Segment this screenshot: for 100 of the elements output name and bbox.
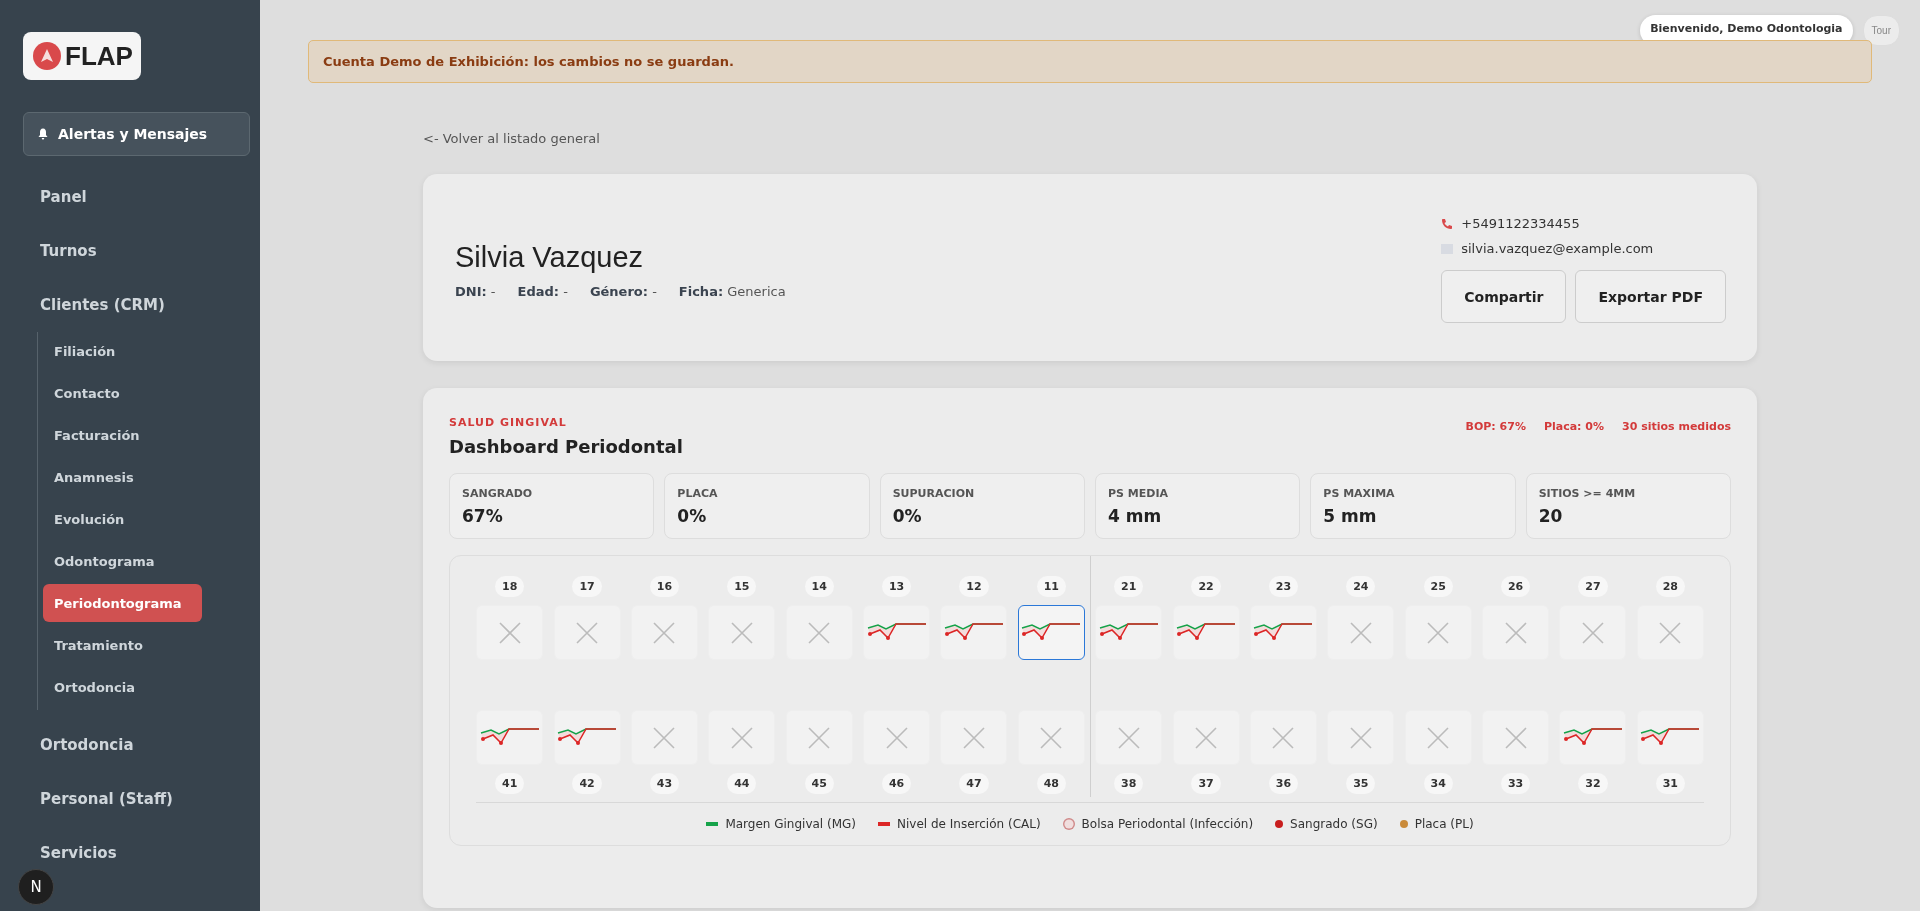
cross-icon bbox=[1116, 725, 1141, 750]
nav-subitem[interactable]: Tratamiento bbox=[43, 626, 202, 664]
tooth-number: 34 bbox=[1423, 773, 1453, 794]
cross-icon bbox=[1426, 620, 1451, 645]
stat-label: SUPURACION bbox=[892, 487, 976, 500]
tooth-number: 11 bbox=[1036, 576, 1066, 597]
phone-icon bbox=[1441, 217, 1454, 230]
tooth-number: 36 bbox=[1268, 773, 1299, 794]
tooth-number: 16 bbox=[649, 576, 680, 597]
cross-icon bbox=[729, 620, 754, 645]
cross-icon bbox=[1039, 725, 1064, 750]
tooth-number: 37 bbox=[1191, 773, 1221, 794]
tooth-number: 13 bbox=[881, 576, 912, 597]
cross-icon bbox=[1271, 725, 1296, 750]
stat-value: 0% bbox=[892, 506, 923, 526]
legend-label: Placa (PL) bbox=[1414, 817, 1474, 831]
cross-icon bbox=[884, 725, 909, 750]
tooth-cell[interactable] bbox=[1017, 605, 1085, 660]
tooth-number: 28 bbox=[1655, 576, 1685, 597]
patient-name: Silvia Vazquez bbox=[455, 240, 645, 274]
legend-label: Margen Gingival (MG) bbox=[725, 817, 857, 831]
bell-icon bbox=[38, 128, 48, 140]
cross-icon bbox=[1426, 725, 1451, 750]
nav-subitem[interactable]: Filiación bbox=[43, 332, 202, 370]
tooth-number: 24 bbox=[1346, 576, 1376, 597]
nav-subitem[interactable]: Ortodoncia bbox=[43, 668, 202, 706]
dashboard-title: Dashboard Periodontal bbox=[449, 436, 683, 457]
nav-item[interactable]: Clientes (CRM) bbox=[23, 278, 250, 332]
tooth-number: 38 bbox=[1114, 773, 1144, 794]
tooth-number: 27 bbox=[1578, 576, 1608, 597]
tooth-number: 42 bbox=[572, 773, 602, 794]
cross-icon bbox=[1503, 620, 1528, 645]
logo-text: FLAP bbox=[65, 40, 133, 72]
tooth-number: 14 bbox=[804, 576, 834, 597]
legend-label: Sangrado (SG) bbox=[1290, 817, 1378, 831]
legend-label: Nivel de Inserción (CAL) bbox=[897, 817, 1041, 831]
tooth-number: 41 bbox=[495, 773, 525, 794]
cross-icon bbox=[807, 620, 832, 645]
tooth-number: 44 bbox=[727, 773, 757, 794]
cross-icon bbox=[1580, 620, 1605, 645]
summary-text: Placa: 0% bbox=[1543, 420, 1605, 435]
action-button[interactable]: Exportar PDF bbox=[1575, 270, 1726, 323]
tooth-number: 25 bbox=[1423, 576, 1453, 597]
alerts-button[interactable]: Alertas y Mensajes bbox=[23, 112, 250, 156]
patient-field: Ficha: Generica bbox=[678, 283, 786, 299]
tooth-number: 45 bbox=[804, 773, 834, 794]
stat-value: 4 mm bbox=[1108, 506, 1163, 526]
cross-icon bbox=[497, 620, 522, 645]
cross-icon bbox=[961, 725, 986, 750]
triangle-logo-icon bbox=[33, 42, 61, 70]
stat-label: PS MEDIA bbox=[1108, 487, 1169, 500]
email-address: silvia.vazquez@example.com bbox=[1461, 241, 1654, 256]
cross-icon bbox=[807, 725, 832, 750]
nav-subitem[interactable]: Odontograma bbox=[43, 542, 202, 580]
tooth-number: 47 bbox=[959, 773, 989, 794]
tooth-number: 26 bbox=[1500, 576, 1531, 597]
tooth-number: 32 bbox=[1578, 773, 1608, 794]
stat-label: PS MAXIMA bbox=[1323, 487, 1396, 500]
nav-subitem[interactable]: Periodontograma bbox=[43, 584, 202, 622]
stat-value: 20 bbox=[1538, 506, 1564, 526]
nav-subitem[interactable]: Anamnesis bbox=[43, 458, 202, 496]
tooth-number: 33 bbox=[1500, 773, 1531, 794]
action-button[interactable]: Compartir bbox=[1441, 270, 1567, 323]
tooth-number: 23 bbox=[1268, 576, 1299, 597]
cross-icon bbox=[1194, 725, 1219, 750]
nav-item[interactable]: Personal (Staff) bbox=[23, 772, 250, 826]
tooth-number: 17 bbox=[572, 576, 602, 597]
section-eyebrow: SALUD GINGIVAL bbox=[449, 416, 568, 429]
tooth-number: 35 bbox=[1346, 773, 1376, 794]
app-logo[interactable]: FLAP bbox=[23, 32, 141, 80]
cross-icon bbox=[1348, 725, 1373, 750]
tooth-number: 48 bbox=[1036, 773, 1066, 794]
stat-value: 0% bbox=[677, 506, 708, 526]
nav-subitem[interactable]: Facturación bbox=[43, 416, 202, 454]
patient-field: Género: - bbox=[589, 283, 657, 299]
back-link[interactable]: <- Volver al listado general bbox=[423, 131, 600, 146]
tooth-number: 15 bbox=[727, 576, 757, 597]
tooth-number: 18 bbox=[495, 576, 525, 597]
cross-icon bbox=[652, 725, 677, 750]
summary-text: BOP: 67% bbox=[1465, 420, 1526, 435]
tooth-number: 21 bbox=[1114, 576, 1144, 597]
nav-subitem[interactable]: Contacto bbox=[43, 374, 202, 412]
stat-label: SANGRADO bbox=[462, 487, 534, 500]
summary-text: 30 sitios medidos bbox=[1622, 420, 1731, 435]
stat-label: SITIOS >= 4MM bbox=[1538, 487, 1637, 500]
nav-item[interactable]: Ortodoncia bbox=[23, 718, 250, 772]
dev-badge[interactable]: N bbox=[18, 869, 54, 905]
cross-icon bbox=[1503, 725, 1528, 750]
cross-icon bbox=[1348, 620, 1373, 645]
nav-item[interactable]: Panel bbox=[23, 170, 250, 224]
phone-number: +5491122334455 bbox=[1461, 216, 1580, 231]
tooth-number: 12 bbox=[959, 576, 989, 597]
cross-icon bbox=[729, 725, 754, 750]
cross-icon bbox=[652, 620, 677, 645]
nav-item[interactable]: Turnos bbox=[23, 224, 250, 278]
nav-subitem[interactable]: Evolución bbox=[43, 500, 202, 538]
tooth-number: 31 bbox=[1655, 773, 1685, 794]
stat-value: 67% bbox=[462, 506, 504, 526]
tooth-number: 43 bbox=[649, 773, 680, 794]
cross-icon bbox=[575, 620, 600, 645]
